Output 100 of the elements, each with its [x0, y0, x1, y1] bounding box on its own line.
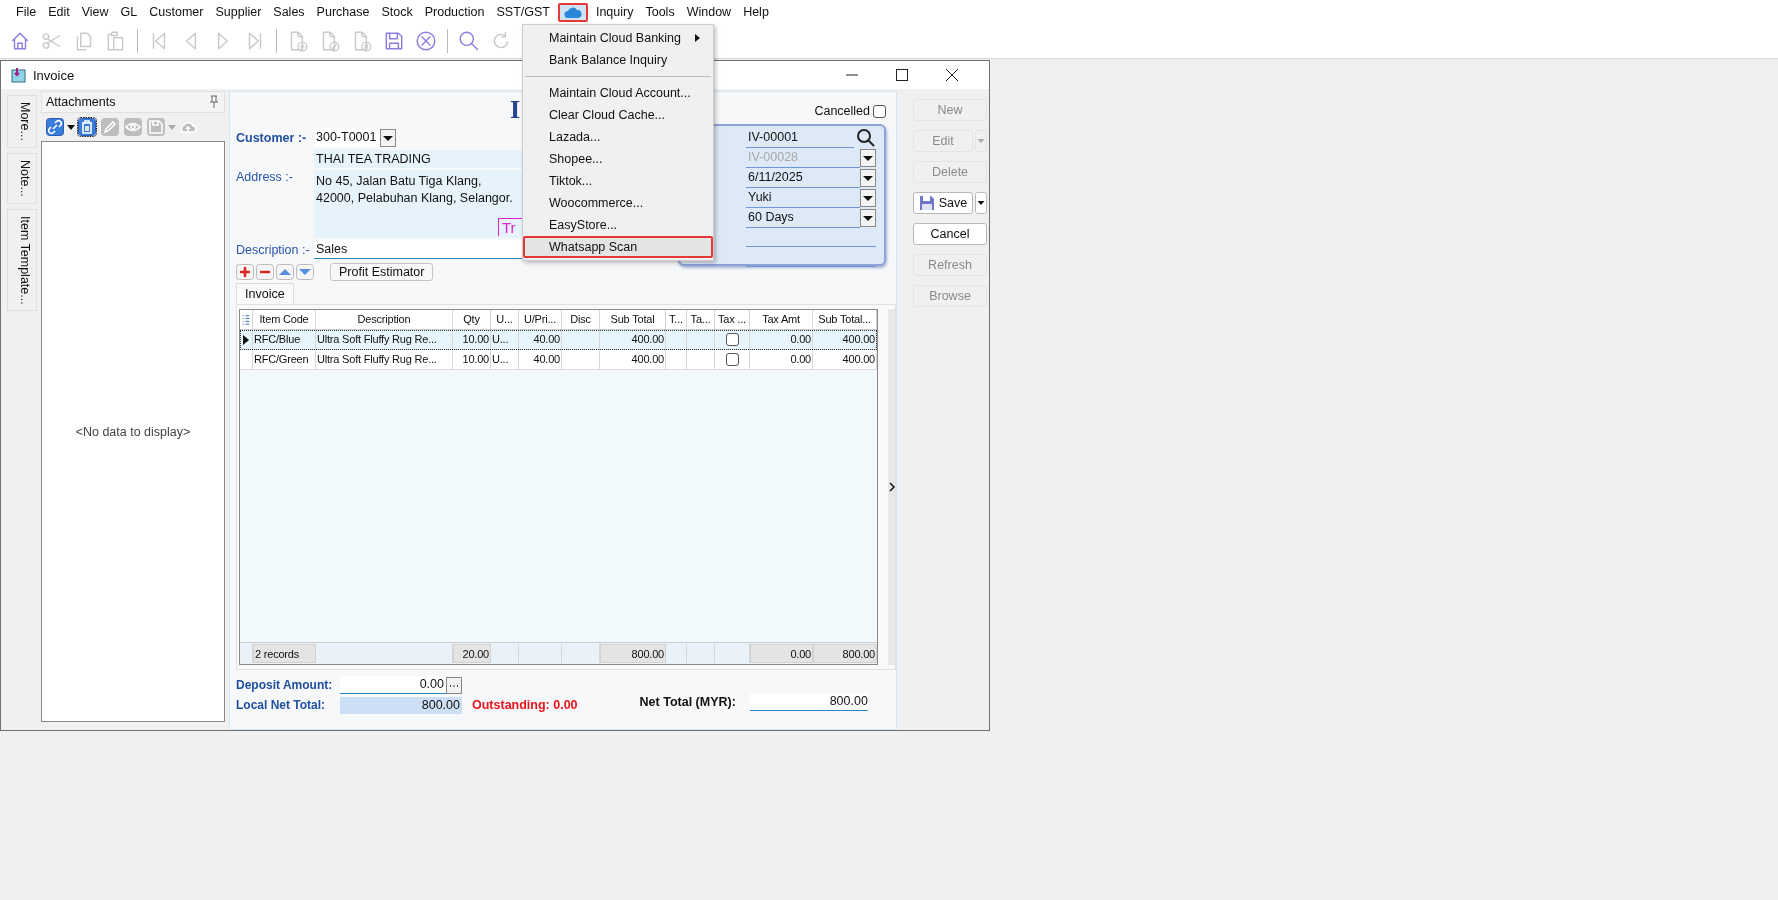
link-icon[interactable] [45, 117, 65, 137]
column-header[interactable]: Ta... [687, 310, 715, 329]
customer-code-combo[interactable]: 300-T0001 [314, 128, 380, 147]
menu-item[interactable]: Supplier [209, 1, 268, 23]
menu-item[interactable]: View [75, 1, 115, 23]
document-number-field[interactable]: IV-00001 [746, 128, 854, 148]
menu-item[interactable]: Maintain Cloud Account... [523, 82, 713, 104]
table-cell: 400.00 [600, 350, 666, 369]
menu-item[interactable]: Purchase [310, 1, 376, 23]
column-chooser-icon[interactable] [240, 310, 253, 329]
form-title: I [509, 95, 520, 125]
dropdown-icon[interactable] [860, 169, 876, 187]
column-header[interactable]: Sub Total [600, 310, 666, 329]
table-cell: 40.00 [519, 350, 562, 369]
local-net-total-field: 800.00 [340, 696, 462, 714]
table-row[interactable]: RFC/Blue Ultra Soft Fluffy Rug Re... 10.00 U... 40.00 400.00 0.00 400.00 [240, 330, 877, 350]
cloud-icon [563, 5, 582, 19]
empty-message: <No data to display> [75, 424, 191, 439]
field-label: Net Total (MYR): [639, 695, 736, 709]
table-cell: 0.00 [750, 330, 813, 349]
menu-item[interactable]: SST/GST [490, 1, 556, 23]
field-label: Deposit Amount: [236, 678, 334, 692]
menu-item[interactable]: Sales [267, 1, 311, 23]
search-icon[interactable] [856, 128, 876, 148]
table-cell: 10.00 [453, 330, 491, 349]
menu-item[interactable]: GL [114, 1, 144, 23]
caret-icon[interactable] [975, 192, 987, 214]
column-header[interactable]: Disc [562, 310, 600, 329]
column-header[interactable]: Sub Total... [813, 310, 877, 329]
field-label: Customer :- [236, 130, 308, 145]
window-title: Invoice [33, 67, 75, 83]
tax-checkbox[interactable] [725, 333, 739, 346]
maximize-icon[interactable] [895, 68, 909, 82]
tab[interactable]: Invoice [236, 283, 294, 304]
trash-icon[interactable] [77, 117, 97, 137]
deposit-amount-field[interactable]: 0.00 [340, 676, 446, 694]
field-label: Local Net Total: [236, 698, 327, 712]
field-label: Address :- [236, 170, 294, 184]
pin-icon[interactable] [208, 95, 220, 109]
menu-item[interactable]: Window [680, 1, 738, 23]
submenu-arrow-icon [695, 33, 701, 43]
menu-item[interactable]: Edit [42, 1, 76, 23]
summary-cell: 2 records [253, 644, 316, 663]
table-cell: RFC/Green [253, 350, 316, 369]
table-cell: U... [491, 350, 519, 369]
menu-item[interactable]: Tools [639, 1, 681, 23]
side-tab[interactable]: More... [7, 95, 37, 148]
table-cell: 400.00 [600, 330, 666, 349]
column-header[interactable]: Description [316, 310, 453, 329]
menu-item[interactable]: Lazada... [523, 126, 713, 148]
menu-item[interactable]: Clear Cloud Cache... [523, 104, 713, 126]
tax-checkbox[interactable] [725, 353, 739, 366]
menu-item[interactable]: Customer [143, 1, 210, 23]
table-cell: RFC/Blue [253, 330, 316, 349]
menu-item[interactable]: Production [418, 1, 491, 23]
column-header[interactable]: T... [666, 310, 687, 329]
menu-item[interactable]: File [10, 1, 43, 23]
table-cell: Ultra Soft Fluffy Rug Re... [316, 330, 453, 349]
close-icon[interactable] [945, 68, 959, 82]
net-total-field: 800.00 [749, 693, 868, 711]
cloud-menu-button[interactable] [557, 2, 588, 22]
column-header[interactable]: U... [491, 310, 519, 329]
profit-estimator-button[interactable]: Profit Estimator [330, 263, 434, 281]
column-header[interactable]: Item Code [253, 310, 316, 329]
column-header[interactable]: Tax ... [715, 310, 750, 329]
plus-icon[interactable] [236, 264, 254, 280]
home-icon[interactable] [9, 30, 31, 52]
summary-cell: 800.00 [813, 644, 877, 663]
table-cell: 400.00 [813, 350, 877, 369]
action-button[interactable]: Save [913, 192, 973, 214]
side-tab[interactable]: Item Template... [7, 208, 37, 312]
summary-cell: 800.00 [600, 644, 666, 663]
table-cell: Ultra Soft Fluffy Rug Re... [316, 350, 453, 369]
field-label: Description :- [236, 242, 311, 257]
menu-item[interactable]: Inquiry [589, 1, 640, 23]
menu-item[interactable]: Maintain Cloud Banking [523, 27, 713, 49]
side-tab[interactable]: Note... [7, 152, 37, 204]
table-cell: 40.00 [519, 330, 562, 349]
cancel-icon[interactable] [415, 30, 437, 52]
menu-item[interactable]: Bank Balance Inquiry [523, 49, 713, 71]
menu-item[interactable]: Help [737, 1, 775, 23]
column-header[interactable]: Qty [453, 310, 491, 329]
ellipsis-icon[interactable] [446, 676, 462, 694]
menu-item[interactable]: Whatsapp Scan [523, 236, 713, 258]
panel-title: Attachments [46, 95, 116, 109]
dropdown-icon[interactable] [860, 149, 876, 167]
dropdown-icon[interactable] [860, 189, 876, 207]
checkbox-label: Cancelled [814, 104, 870, 118]
current-row-icon [243, 334, 249, 345]
table-cell: 0.00 [750, 350, 813, 369]
column-header[interactable]: U/Pri... [519, 310, 562, 329]
minus-icon[interactable] [256, 264, 274, 280]
table-row[interactable]: RFC/Green Ultra Soft Fluffy Rug Re... 10.00 U... 40.00 400.00 0.00 400.00 [240, 350, 877, 370]
cancelled-checkbox[interactable] [873, 104, 886, 118]
action-button[interactable]: Cancel [913, 223, 987, 245]
column-header[interactable]: Tax Amt [750, 310, 813, 329]
table-cell: 400.00 [813, 330, 877, 349]
menu-item[interactable]: Stock [375, 1, 419, 23]
dropdown-icon[interactable] [380, 128, 396, 147]
dropdown-icon[interactable] [860, 209, 876, 227]
